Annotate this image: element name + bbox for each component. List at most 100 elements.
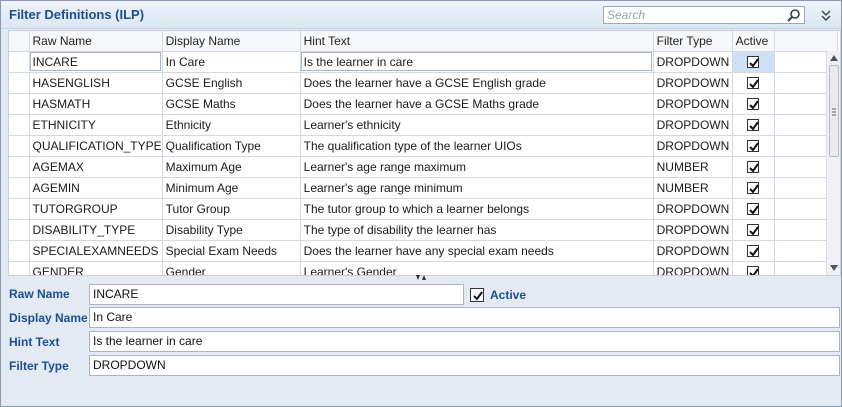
raw-name-cell[interactable]: AGEMAX: [29, 156, 163, 178]
raw-name-cell[interactable]: QUALIFICATION_TYPE: [29, 135, 163, 157]
row-selector[interactable]: [9, 72, 30, 94]
active-cell[interactable]: [732, 114, 775, 136]
display-name-cell[interactable]: In Care: [162, 51, 301, 73]
scroll-up-icon[interactable]: [830, 54, 838, 62]
filter-type-field[interactable]: DROPDOWN: [89, 355, 840, 376]
filter-type-cell[interactable]: NUMBER: [653, 156, 733, 178]
raw-name-cell[interactable]: ETHNICITY: [29, 114, 163, 136]
raw-name-cell[interactable]: INCARE: [29, 51, 163, 73]
display-name-cell[interactable]: Tutor Group: [162, 198, 301, 220]
filter-type-cell[interactable]: DROPDOWN: [653, 72, 733, 94]
hint-text-cell[interactable]: The tutor group to which a learner belon…: [300, 198, 654, 220]
row-selector[interactable]: [9, 51, 30, 73]
hint-text-cell[interactable]: Learner's ethnicity: [300, 114, 654, 136]
active-cell[interactable]: [732, 135, 775, 157]
raw-name-cell[interactable]: DISABILITY_TYPE: [29, 219, 163, 241]
active-checkbox[interactable]: [747, 77, 760, 90]
active-checkbox[interactable]: [747, 203, 760, 216]
filter-type-cell[interactable]: DROPDOWN: [653, 135, 733, 157]
active-checkbox[interactable]: [747, 98, 760, 111]
hint-text-cell[interactable]: Does the learner have a GCSE Maths grade: [300, 93, 654, 115]
display-name-cell[interactable]: Disability Type: [162, 219, 301, 241]
active-cell[interactable]: [732, 156, 775, 178]
raw-name-cell[interactable]: TUTORGROUP: [29, 198, 163, 220]
filter-type-cell[interactable]: DROPDOWN: [653, 114, 733, 136]
hint-text-cell[interactable]: Learner's age range minimum: [300, 177, 654, 199]
table-row[interactable]: INCARE In Care Is the learner in care DROPD…: [9, 51, 838, 73]
column-header-hint-text[interactable]: Hint Text: [300, 31, 654, 52]
display-name-cell[interactable]: Gender: [162, 261, 301, 275]
row-selector[interactable]: [9, 240, 30, 262]
row-selector[interactable]: [9, 156, 30, 178]
hint-text-cell[interactable]: Is the learner in care: [300, 51, 654, 73]
active-checkbox[interactable]: [747, 161, 760, 174]
scrollbar-thumb[interactable]: [829, 65, 839, 157]
active-cell[interactable]: [732, 219, 775, 241]
filter-type-cell[interactable]: NUMBER: [653, 177, 733, 199]
table-row[interactable]: QUALIFICATION_TYPE Qualification Type The …: [9, 135, 838, 157]
filter-type-cell[interactable]: DROPDOWN: [653, 240, 733, 262]
active-cell[interactable]: [732, 51, 775, 73]
hint-text-cell[interactable]: The qualification type of the learner UI…: [300, 135, 654, 157]
table-row[interactable]: SPECIALEXAMNEEDS Special Exam Needs Does t…: [9, 240, 838, 262]
raw-name-cell[interactable]: AGEMIN: [29, 177, 163, 199]
active-checkbox[interactable]: [747, 182, 760, 195]
active-checkbox[interactable]: [747, 119, 760, 132]
filter-type-cell[interactable]: DROPDOWN: [653, 93, 733, 115]
display-name-cell[interactable]: Qualification Type: [162, 135, 301, 157]
active-cell[interactable]: [732, 261, 775, 275]
active-cell[interactable]: [732, 93, 775, 115]
active-checkbox[interactable]: [747, 224, 760, 237]
search-icon[interactable]: [786, 8, 802, 22]
table-row[interactable]: TUTORGROUP Tutor Group The tutor group to …: [9, 198, 838, 220]
table-row[interactable]: AGEMAX Maximum Age Learner's age range max…: [9, 156, 838, 178]
display-name-field[interactable]: In Care: [89, 307, 840, 328]
row-selector[interactable]: [9, 114, 30, 136]
table-row[interactable]: DISABILITY_TYPE Disability Type The type o…: [9, 219, 838, 241]
active-checkbox[interactable]: [747, 266, 760, 275]
active-checkbox[interactable]: [747, 140, 760, 153]
hint-text-cell[interactable]: The type of disability the learner has: [300, 219, 654, 241]
column-header-filter-type[interactable]: Filter Type: [653, 31, 733, 52]
active-cell[interactable]: [732, 198, 775, 220]
filter-type-cell[interactable]: DROPDOWN: [653, 51, 733, 73]
raw-name-cell[interactable]: HASMATH: [29, 93, 163, 115]
row-selector[interactable]: [9, 93, 30, 115]
active-checkbox[interactable]: [747, 245, 760, 258]
row-selector[interactable]: [9, 261, 30, 275]
table-row[interactable]: HASENGLISH GCSE English Does the learner h…: [9, 72, 838, 94]
table-row[interactable]: HASMATH GCSE Maths Does the learner have a…: [9, 93, 838, 115]
raw-name-cell[interactable]: HASENGLISH: [29, 72, 163, 94]
raw-name-cell[interactable]: SPECIALEXAMNEEDS: [29, 240, 163, 262]
table-row[interactable]: ETHNICITY Ethnicity Learner's ethnicity DRO…: [9, 114, 838, 136]
raw-name-cell[interactable]: GENDER: [29, 261, 163, 275]
filter-type-cell[interactable]: DROPDOWN: [653, 261, 733, 275]
collapse-chevrons-icon[interactable]: [819, 8, 833, 22]
raw-name-field[interactable]: INCARE: [89, 284, 464, 305]
filter-type-cell[interactable]: DROPDOWN: [653, 219, 733, 241]
table-row[interactable]: AGEMIN Minimum Age Learner's age range min…: [9, 177, 838, 199]
column-header-active[interactable]: Active: [732, 31, 775, 52]
row-selector[interactable]: [9, 198, 30, 220]
column-header-display-name[interactable]: Display Name: [162, 31, 301, 52]
hint-text-field[interactable]: Is the learner in care: [89, 331, 840, 352]
active-cell[interactable]: [732, 72, 775, 94]
column-header-raw-name[interactable]: Raw Name: [29, 31, 163, 52]
hint-text-cell[interactable]: Learner's Gender: [300, 261, 654, 275]
hint-text-cell[interactable]: Does the learner have a GCSE English gra…: [300, 72, 654, 94]
display-name-cell[interactable]: Ethnicity: [162, 114, 301, 136]
row-selector[interactable]: [9, 219, 30, 241]
active-cell[interactable]: [732, 177, 775, 199]
active-cell[interactable]: [732, 240, 775, 262]
table-row[interactable]: GENDER Gender Learner's Gender DROPDOWN: [9, 261, 838, 275]
filter-type-cell[interactable]: DROPDOWN: [653, 198, 733, 220]
hint-text-cell[interactable]: Learner's age range maximum: [300, 156, 654, 178]
scroll-down-icon[interactable]: [830, 264, 838, 272]
hint-text-cell[interactable]: Does the learner have any special exam n…: [300, 240, 654, 262]
display-name-cell[interactable]: Maximum Age: [162, 156, 301, 178]
row-selector[interactable]: [9, 177, 30, 199]
search-box[interactable]: [603, 6, 805, 24]
display-name-cell[interactable]: GCSE Maths: [162, 93, 301, 115]
active-checkbox[interactable]: [470, 287, 484, 302]
active-checkbox[interactable]: [747, 56, 760, 69]
